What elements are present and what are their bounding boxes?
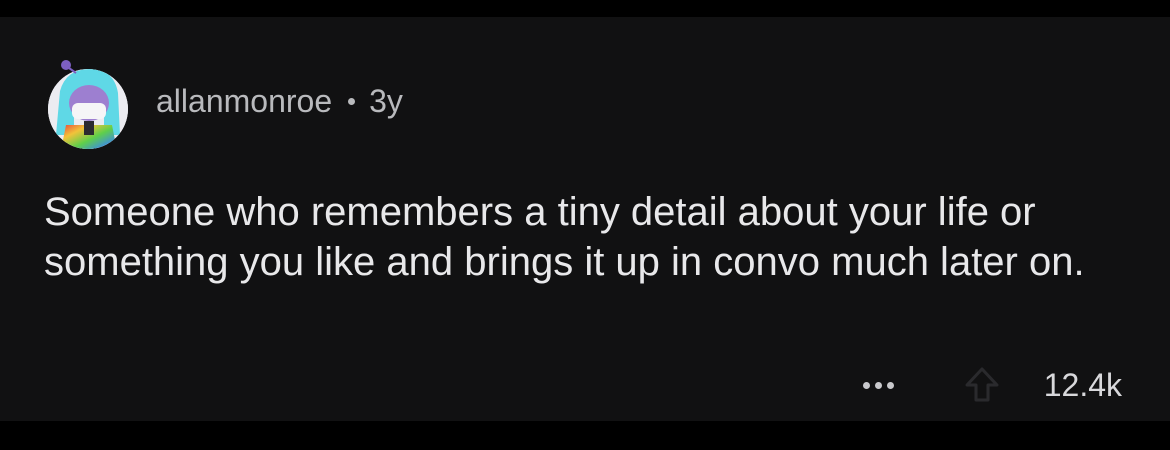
more-options-dot <box>886 381 894 389</box>
screen: allanmonroe 3y Someone who remembers a t… <box>0 0 1170 450</box>
comment-card: allanmonroe 3y Someone who remembers a t… <box>0 17 1170 421</box>
upvote-button[interactable] <box>964 366 1000 404</box>
more-options-icon <box>862 381 870 389</box>
username-link[interactable]: allanmonroe <box>156 83 332 120</box>
vote-score: 12.4k <box>1043 366 1122 403</box>
upvote-arrow-icon <box>965 367 999 402</box>
separator-dot <box>348 97 356 105</box>
avatar-character-icon <box>48 60 128 149</box>
comment-meta: allanmonroe 3y <box>156 83 403 120</box>
avatar[interactable] <box>38 51 138 151</box>
more-options-dot <box>874 381 882 389</box>
comment-body: Someone who remembers a tiny detail abou… <box>44 190 1085 284</box>
more-options-button[interactable] <box>862 381 894 389</box>
comment-age: 3y <box>369 82 403 119</box>
comment-actions: 12.4k <box>862 365 1122 405</box>
comment-header: allanmonroe 3y <box>38 47 403 151</box>
